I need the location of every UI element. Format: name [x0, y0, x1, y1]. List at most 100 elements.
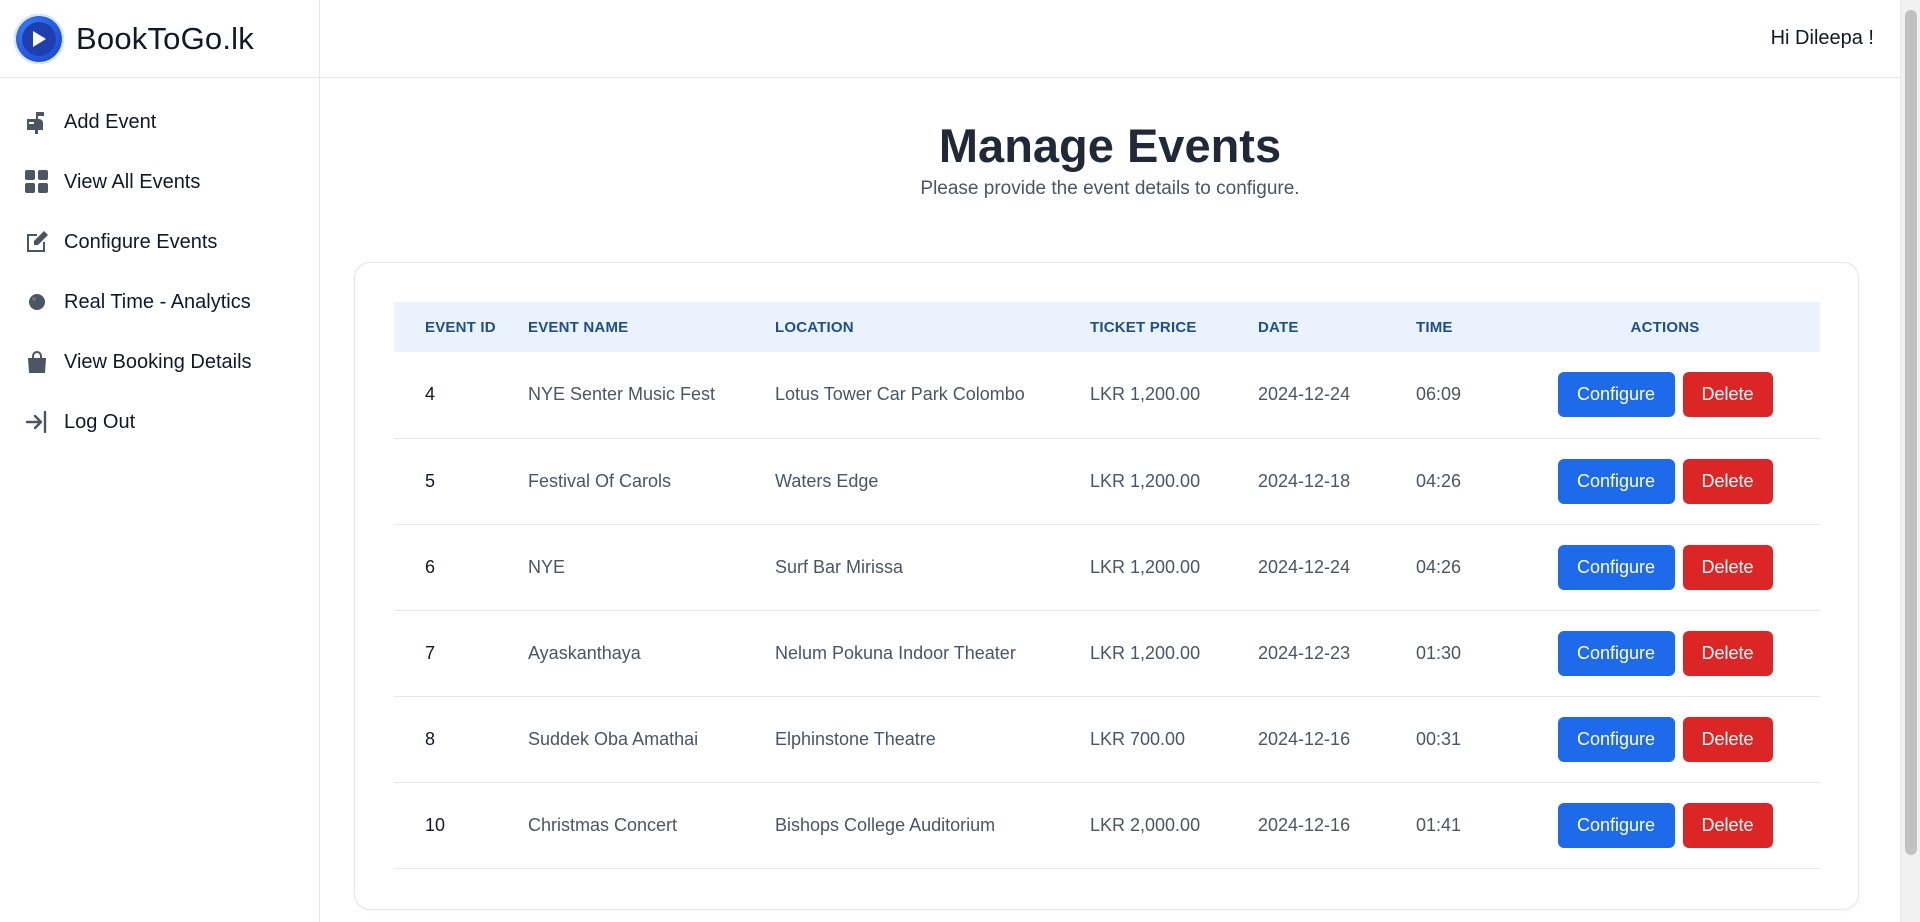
actions-cell: Configure Delete [1510, 524, 1820, 610]
table-row: 6 NYE Surf Bar Mirissa LKR 1,200.00 2024… [394, 524, 1820, 610]
time-cell: 04:26 [1416, 556, 1462, 577]
configure-button[interactable]: Configure [1557, 372, 1675, 418]
date-cell: 2024-12-23 [1258, 642, 1351, 663]
column-header-actions: ACTIONS [1630, 318, 1700, 336]
location-cell: Waters Edge [775, 470, 879, 491]
time-cell: 00:31 [1416, 728, 1462, 749]
sidebar-item-configure-events[interactable]: Configure Events [0, 212, 319, 272]
date-cell: 2024-12-24 [1258, 384, 1351, 405]
sidebar-item-label: View All Events [64, 170, 201, 193]
events-table: EVENT ID EVENT NAME LOCATION TICKET PRIC… [394, 302, 1820, 869]
brand-name: BookToGo.lk [76, 20, 254, 56]
ticket-price-cell: LKR 1,200.00 [1090, 470, 1201, 491]
table-header-row: EVENT ID EVENT NAME LOCATION TICKET PRIC… [394, 302, 1820, 352]
actions-cell: Configure Delete [1510, 610, 1820, 696]
main-content: Manage Events Please provide the event d… [320, 78, 1900, 922]
sidebar-item-view-booking-details[interactable]: View Booking Details [0, 332, 319, 392]
table-row: 8 Suddek Oba Amathai Elphinstone Theatre… [394, 696, 1820, 782]
mailbox-icon [24, 109, 50, 135]
table-row: 4 NYE Senter Music Fest Lotus Tower Car … [394, 352, 1820, 438]
page-scrollbar[interactable] [1900, 0, 1920, 922]
configure-button[interactable]: Configure [1557, 544, 1675, 590]
ticket-price-cell: LKR 2,000.00 [1090, 814, 1201, 835]
edit-icon [24, 229, 50, 255]
column-header-time: TIME [1416, 318, 1453, 336]
sidebar-item-add-event[interactable]: Add Event [0, 92, 319, 152]
configure-button[interactable]: Configure [1557, 716, 1675, 762]
shopping-bag-icon [24, 349, 50, 375]
date-cell: 2024-12-16 [1258, 728, 1351, 749]
configure-button[interactable]: Configure [1557, 802, 1675, 848]
analytics-dot-icon [24, 289, 50, 315]
page-subtitle: Please provide the event details to conf… [920, 178, 1300, 199]
ticket-price-cell: LKR 1,200.00 [1090, 384, 1201, 405]
event-id-cell: 10 [425, 814, 446, 835]
sidebar-item-log-out[interactable]: Log Out [0, 392, 319, 452]
time-cell: 06:09 [1416, 384, 1462, 405]
location-cell: Nelum Pokuna Indoor Theater [775, 642, 1016, 663]
event-id-cell: 7 [425, 642, 436, 663]
actions-cell: Configure Delete [1510, 696, 1820, 782]
time-cell: 04:26 [1416, 470, 1462, 491]
location-cell: Lotus Tower Car Park Colombo [775, 384, 1025, 405]
sidebar: BookToGo.lk Add Event View All Events Co… [0, 0, 320, 922]
sidebar-item-label: Add Event [64, 110, 157, 133]
logout-icon [24, 409, 50, 435]
ticket-price-cell: LKR 1,200.00 [1090, 642, 1201, 663]
sidebar-nav: Add Event View All Events Configure Even… [0, 78, 319, 452]
table-row: 7 Ayaskanthaya Nelum Pokuna Indoor Theat… [394, 610, 1820, 696]
location-cell: Surf Bar Mirissa [775, 556, 904, 577]
brand[interactable]: BookToGo.lk [0, 0, 319, 78]
configure-button[interactable]: Configure [1557, 630, 1675, 676]
time-cell: 01:41 [1416, 814, 1462, 835]
events-table-card: EVENT ID EVENT NAME LOCATION TICKET PRIC… [354, 262, 1859, 910]
event-name-cell: NYE Senter Music Fest [528, 384, 716, 405]
delete-button[interactable]: Delete [1682, 544, 1773, 590]
event-id-cell: 5 [425, 470, 436, 491]
sidebar-item-label: Configure Events [64, 230, 218, 253]
sidebar-item-view-all-events[interactable]: View All Events [0, 152, 319, 212]
table-row: 10 Christmas Concert Bishops College Aud… [394, 782, 1820, 868]
date-cell: 2024-12-16 [1258, 814, 1351, 835]
event-id-cell: 6 [425, 556, 436, 577]
grid-icon [24, 169, 50, 195]
ticket-price-cell: LKR 700.00 [1090, 728, 1186, 749]
column-header-event-id: EVENT ID [425, 318, 496, 336]
delete-button[interactable]: Delete [1682, 716, 1773, 762]
event-name-cell: Ayaskanthaya [528, 642, 641, 663]
actions-cell: Configure Delete [1510, 438, 1820, 524]
event-id-cell: 8 [425, 728, 436, 749]
date-cell: 2024-12-24 [1258, 556, 1351, 577]
column-header-ticket-price: TICKET PRICE [1090, 318, 1197, 336]
top-bar: Hi Dileepa ! [320, 0, 1900, 78]
event-name-cell: Christmas Concert [528, 814, 678, 835]
column-header-date: DATE [1258, 318, 1299, 336]
column-header-event-name: EVENT NAME [528, 318, 629, 336]
location-cell: Elphinstone Theatre [775, 728, 936, 749]
column-header-location: LOCATION [775, 318, 854, 336]
delete-button[interactable]: Delete [1682, 372, 1773, 418]
sidebar-item-label: Real Time - Analytics [64, 290, 251, 313]
actions-cell: Configure Delete [1510, 782, 1820, 868]
time-cell: 01:30 [1416, 642, 1462, 663]
date-cell: 2024-12-18 [1258, 470, 1351, 491]
event-name-cell: Suddek Oba Amathai [528, 728, 699, 749]
table-row: 5 Festival Of Carols Waters Edge LKR 1,2… [394, 438, 1820, 524]
delete-button[interactable]: Delete [1682, 802, 1773, 848]
scrollbar-thumb[interactable] [1905, 10, 1917, 855]
actions-cell: Configure Delete [1510, 352, 1820, 438]
sidebar-item-real-time-analytics[interactable]: Real Time - Analytics [0, 272, 319, 332]
delete-button[interactable]: Delete [1682, 458, 1773, 504]
event-name-cell: Festival Of Carols [528, 470, 672, 491]
delete-button[interactable]: Delete [1682, 630, 1773, 676]
ticket-price-cell: LKR 1,200.00 [1090, 556, 1201, 577]
sidebar-item-label: Log Out [64, 410, 136, 433]
location-cell: Bishops College Auditorium [775, 814, 996, 835]
configure-button[interactable]: Configure [1557, 458, 1675, 504]
play-logo-icon [14, 13, 64, 64]
event-id-cell: 4 [425, 384, 436, 405]
event-name-cell: NYE [528, 556, 566, 577]
page-title: Manage Events [938, 119, 1282, 172]
user-greeting: Hi Dileepa ! [1770, 27, 1874, 49]
sidebar-item-label: View Booking Details [64, 350, 252, 373]
